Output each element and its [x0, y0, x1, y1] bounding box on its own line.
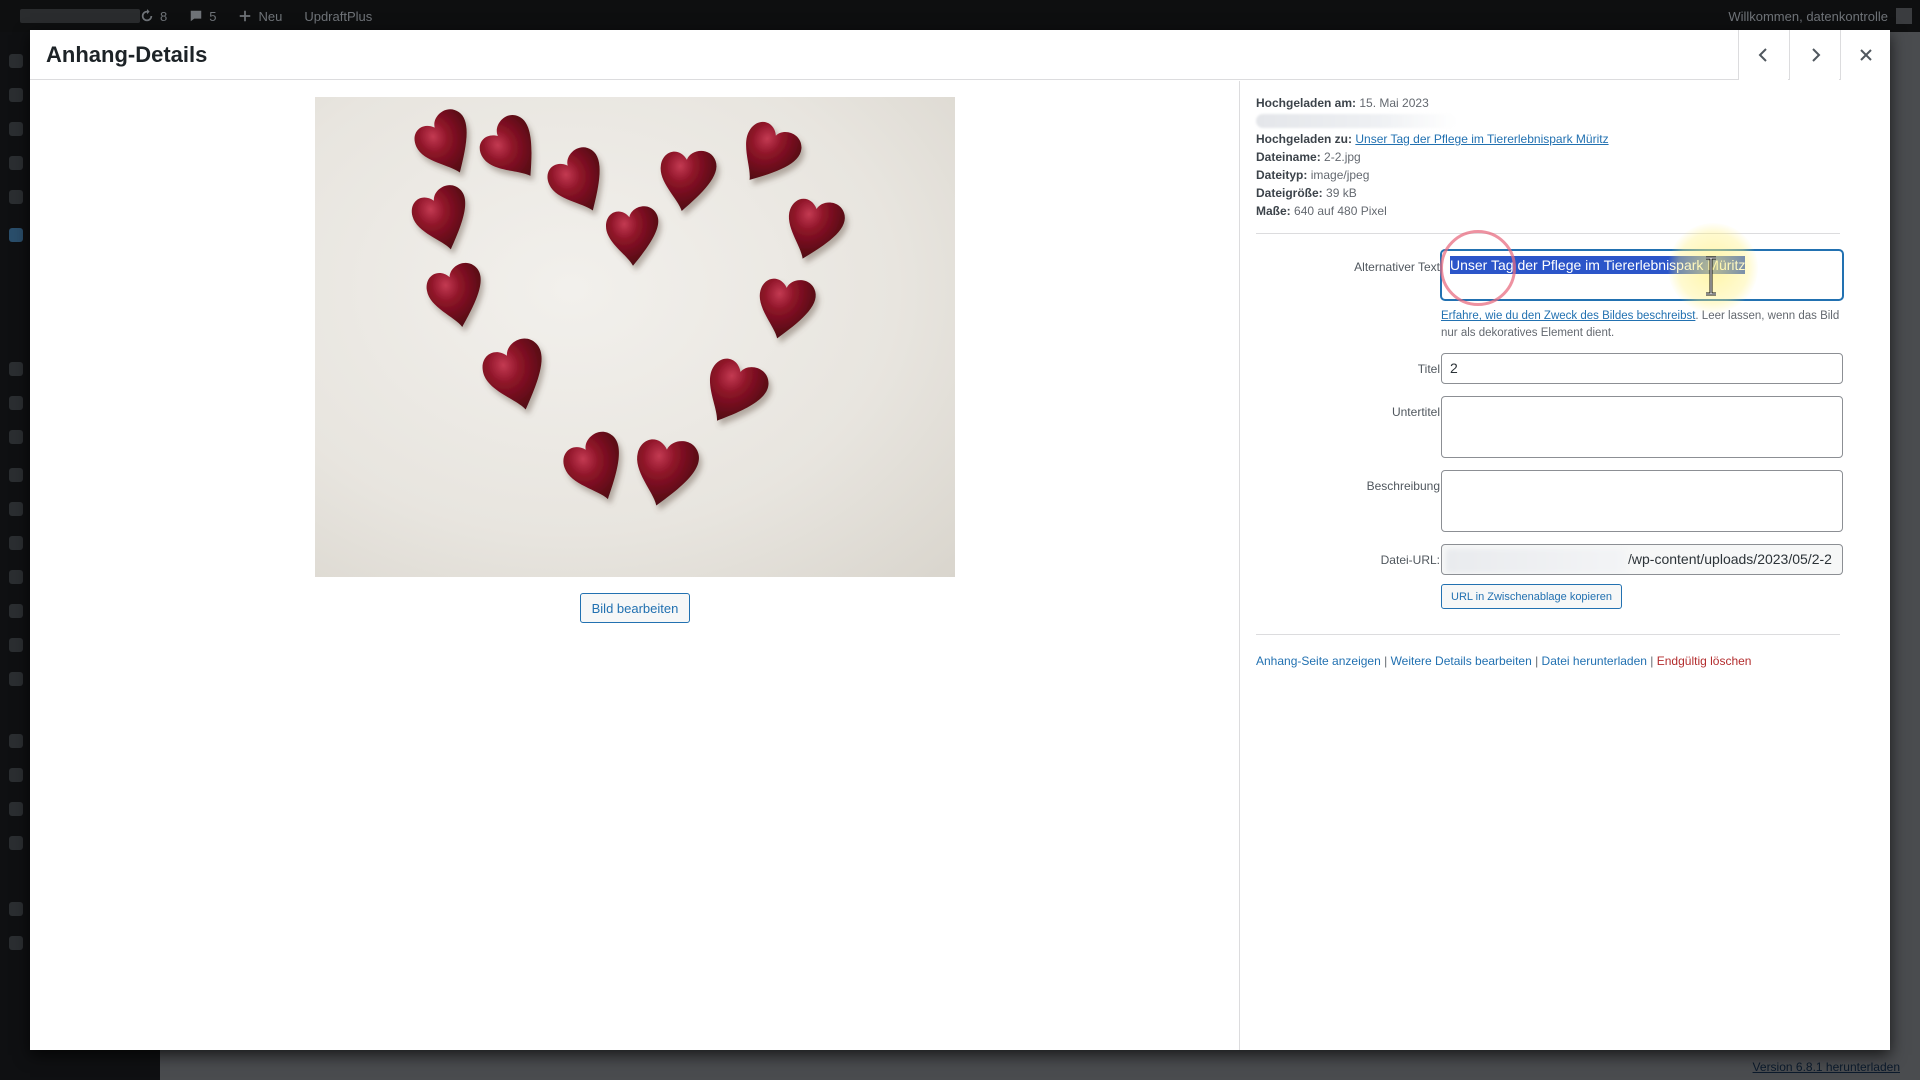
admin-footer-bar — [0, 1050, 160, 1080]
updraftplus-label: UpdraftPlus — [304, 8, 373, 24]
modal-header: Anhang-Details — [30, 30, 1890, 80]
view-attachment-link[interactable]: Anhang-Seite anzeigen — [1256, 654, 1381, 668]
refresh-icon — [141, 9, 153, 22]
mic-icon[interactable] — [9, 836, 23, 850]
filetype-row: Dateityp: image/jpeg — [1256, 168, 1370, 182]
close-icon — [1859, 49, 1872, 61]
account-menu[interactable]: Willkommen, datenkontrolle — [1728, 0, 1912, 32]
attachment-actions: Anhang-Seite anzeigen | Weitere Details … — [1256, 654, 1752, 668]
image-preview-pane: Bild bearbeiten — [30, 81, 1240, 1050]
author-blurred — [1256, 114, 1456, 128]
file-url-label: Datei-URL: — [1380, 553, 1440, 567]
pin-icon[interactable] — [9, 122, 23, 136]
chevron-left-icon — [1758, 48, 1767, 62]
globe-icon[interactable] — [9, 802, 23, 816]
description-label: Beschreibung — [1366, 479, 1440, 493]
uploaded-to-row: Hochgeladen zu: Unser Tag der Pflege im … — [1256, 132, 1609, 146]
next-button[interactable] — [1789, 30, 1839, 80]
palette-icon[interactable] — [9, 768, 23, 782]
forms-icon[interactable] — [9, 362, 23, 376]
edit-image-button[interactable]: Bild bearbeiten — [580, 593, 690, 623]
dimensions-row: Maße: 640 auf 480 Pixel — [1256, 204, 1387, 218]
previous-button[interactable] — [1738, 30, 1788, 80]
greeting-text: Willkommen, datenkontrolle — [1728, 8, 1888, 24]
uploaded-to-link[interactable]: Unser Tag der Pflege im Tiererlebnispark… — [1355, 132, 1608, 146]
description-field[interactable] — [1441, 470, 1843, 532]
updates-count: 8 — [160, 8, 168, 24]
layout-icon[interactable] — [9, 638, 23, 652]
copy-url-button[interactable]: URL in Zwischenablage kopieren — [1441, 584, 1623, 609]
caption-field[interactable] — [1441, 396, 1843, 458]
security-icon[interactable] — [9, 734, 23, 748]
actions-divider — [1256, 634, 1840, 635]
updates-menu[interactable]: 8 — [140, 9, 167, 24]
plus-icon — [240, 10, 251, 22]
text-cursor-icon — [1706, 256, 1716, 296]
download-file-link[interactable]: Datei herunterladen — [1542, 654, 1647, 668]
edit-more-details-link[interactable]: Weitere Details bearbeiten — [1391, 654, 1532, 668]
url-domain-blurred — [1446, 549, 1626, 573]
chevron-right-icon — [1811, 48, 1820, 62]
updraftplus-menu[interactable]: UpdraftPlus — [304, 9, 372, 24]
new-content-menu[interactable]: Neu — [238, 9, 282, 24]
comments-icon[interactable] — [9, 396, 23, 410]
caption-label: Untertitel — [1391, 405, 1440, 419]
title-label: Titel — [1417, 362, 1440, 376]
comments-menu[interactable]: 5 — [189, 9, 216, 24]
dashboard-icon[interactable] — [9, 54, 23, 68]
alt-text-label: Alternativer Text — [1354, 260, 1440, 274]
version-download-link[interactable]: Version 6.8.1 herunterladen — [1753, 1060, 1900, 1074]
new-label: Neu — [258, 8, 283, 24]
collapse-icon[interactable] — [9, 936, 23, 950]
admin-bar: 8 5 Neu UpdraftPlus Willkommen, datenkon… — [0, 0, 1920, 32]
users-icon[interactable] — [9, 536, 23, 550]
comment-icon — [190, 10, 202, 22]
plugins-icon[interactable] — [9, 502, 23, 516]
file-url-field[interactable]: /wp-content/uploads/2023/05/2-2 — [1441, 544, 1843, 575]
title-field[interactable]: 2 — [1441, 353, 1843, 384]
settings-icon[interactable] — [9, 604, 23, 618]
hearts-photo — [407, 104, 850, 514]
filename-row: Dateiname: 2-2.jpg — [1256, 150, 1361, 164]
tools-icon[interactable] — [9, 570, 23, 584]
admin-sidebar — [0, 32, 30, 1080]
cog-icon[interactable] — [9, 902, 23, 916]
close-button[interactable] — [1840, 30, 1890, 80]
appearance-icon[interactable] — [9, 468, 23, 482]
details-divider — [1256, 233, 1840, 234]
media-icon[interactable] — [9, 228, 23, 242]
bulb-icon[interactable] — [9, 190, 23, 204]
delete-permanently-link[interactable]: Endgültig löschen — [1657, 654, 1752, 668]
avatar — [1896, 8, 1912, 24]
click-indicator — [1440, 230, 1516, 306]
alt-text-help-link[interactable]: Erfahre, wie du den Zweck des Bildes bes… — [1441, 310, 1695, 322]
mail-icon[interactable] — [9, 430, 23, 444]
modal-title: Anhang-Details — [46, 42, 208, 67]
comments-count: 5 — [209, 8, 217, 24]
pages-icon[interactable] — [9, 156, 23, 170]
gear-icon[interactable] — [9, 672, 23, 686]
posts-icon[interactable] — [9, 88, 23, 102]
attachment-image — [315, 97, 955, 577]
filesize-row: Dateigröße: 39 kB — [1256, 186, 1357, 200]
site-name-blurred[interactable] — [0, 0, 140, 32]
alt-text-help: Erfahre, wie du den Zweck des Bildes bes… — [1441, 310, 1840, 339]
uploaded-on-row: Hochgeladen am: 15. Mai 2023 — [1256, 96, 1429, 110]
attachment-info: Hochgeladen am: 15. Mai 2023 Hochgeladen… — [1256, 94, 1866, 220]
